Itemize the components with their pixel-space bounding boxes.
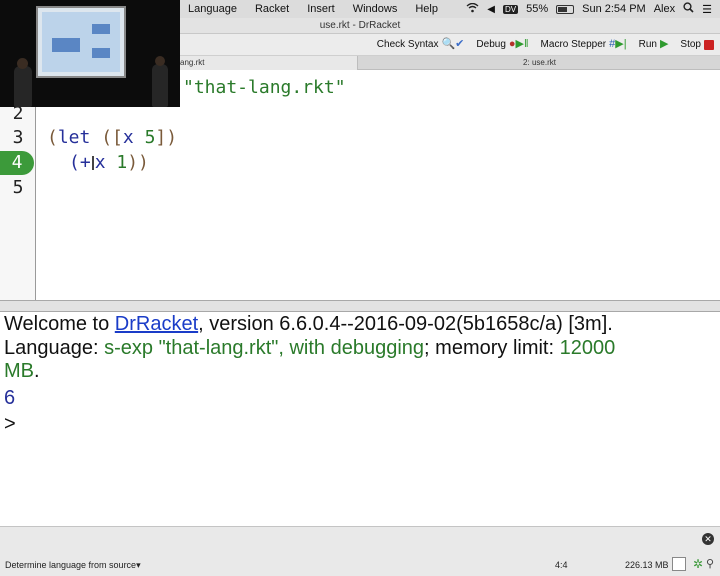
repl-prompt[interactable]: >	[4, 413, 16, 436]
language-selector-label: Determine language from source	[5, 560, 137, 570]
welcome-prefix: Welcome to	[4, 313, 115, 335]
macro-stepper-icon: #▶|	[609, 38, 627, 50]
paren: ))	[127, 152, 149, 173]
check-syntax-button[interactable]: Check Syntax 🔍✔	[376, 38, 465, 51]
run-label: Run	[638, 39, 657, 50]
stop-icon	[704, 39, 714, 50]
list-icon[interactable]: ☰	[702, 3, 712, 16]
debug-label: Debug	[476, 39, 506, 50]
code-line-1: "that-lang.rkt"	[183, 77, 346, 98]
dv-badge[interactable]: DV	[502, 4, 519, 14]
menu-help[interactable]: Help	[415, 3, 438, 15]
language-selector[interactable]: Determine language from source▾	[5, 560, 141, 571]
battery-percent: 55%	[526, 3, 549, 15]
cursor-position: 4:4	[555, 560, 568, 570]
run-icon: ▶	[659, 38, 669, 50]
stop-button[interactable]: Stop	[680, 39, 714, 50]
language-value: s-exp "that-lang.rkt", with debugging	[104, 337, 425, 359]
line-number: 5	[12, 177, 24, 198]
language-prefix: Language:	[4, 337, 105, 359]
close-icon[interactable]: ✕	[702, 533, 714, 545]
identifier-x: x	[122, 127, 134, 148]
macro-stepper-label: Macro Stepper	[540, 39, 607, 50]
check-syntax-icon: 🔍✔	[441, 38, 465, 50]
language-line: Language: s-exp "that-lang.rkt", with de…	[4, 337, 615, 360]
user-name[interactable]: Alex	[654, 3, 675, 15]
code-line-4: (+ x 1))	[69, 151, 149, 175]
paren: ([	[90, 127, 123, 148]
paren: ])	[155, 127, 178, 148]
bug-icon[interactable]: ✲	[693, 557, 703, 571]
period: .	[34, 360, 40, 382]
presenter-left-head	[17, 58, 28, 69]
code-line-3: (let ([x 5])	[47, 126, 177, 150]
pane-divider[interactable]	[0, 300, 720, 312]
menu-insert[interactable]: Insert	[307, 3, 335, 15]
paren: (	[47, 127, 58, 148]
presenter-right-head	[155, 56, 165, 66]
running-man-icon: ⚲	[706, 558, 715, 570]
status-bar: ✕ Determine language from source▾ 4:4 22…	[0, 526, 720, 576]
wifi-icon[interactable]	[466, 2, 479, 16]
memory-limit-label: ; memory limit:	[424, 337, 560, 359]
clock[interactable]: Sun 2:54 PM	[582, 3, 646, 15]
text-cursor	[91, 156, 94, 170]
result-value: 6	[4, 387, 16, 409]
interactions-pane[interactable]: Welcome to DrRacket, version 6.6.0.4--20…	[0, 312, 720, 526]
welcome-line: Welcome to DrRacket, version 6.6.0.4--20…	[4, 313, 613, 336]
line-number: 3	[12, 127, 24, 148]
tab-use[interactable]: 2: use.rkt	[359, 56, 720, 70]
gc-indicator	[672, 557, 686, 571]
app-menus: Language Racket Insert Windows Help	[188, 0, 456, 18]
chevron-down-icon: ▾	[136, 560, 141, 570]
line-number-active: 4	[0, 151, 34, 175]
keyword-let: let	[57, 127, 91, 148]
presenter-left	[14, 66, 32, 107]
memory-usage[interactable]: 226.13 MB	[625, 560, 669, 570]
debug-button[interactable]: Debug ●▶‖	[476, 38, 529, 51]
number-literal: 1	[116, 152, 128, 173]
language-line-wrap: MB.	[4, 360, 40, 383]
menu-windows[interactable]: Windows	[353, 3, 398, 15]
battery-icon[interactable]	[556, 4, 575, 14]
volume-icon[interactable]: ◀	[487, 4, 495, 15]
presenter-right	[152, 64, 168, 107]
identifier-x: x	[94, 152, 106, 173]
plus-operator: (+	[69, 152, 91, 173]
menu-language[interactable]: Language	[188, 3, 237, 15]
menubar-status: ◀ DV 55% Sun 2:54 PM Alex ☰	[466, 0, 712, 18]
run-button[interactable]: Run ▶	[638, 38, 669, 51]
debug-icon: ●▶‖	[508, 38, 529, 50]
search-icon[interactable]	[683, 2, 694, 16]
memory-limit-unit: MB	[4, 360, 34, 382]
macro-stepper-button[interactable]: Macro Stepper #▶|	[540, 38, 627, 51]
menu-racket[interactable]: Racket	[255, 3, 289, 15]
check-syntax-label: Check Syntax	[376, 39, 439, 50]
memory-limit-value: 12000	[559, 337, 616, 359]
stop-label: Stop	[680, 39, 701, 50]
drracket-link[interactable]: DrRacket	[115, 313, 198, 335]
projector-screen	[36, 6, 126, 78]
camera-overlay	[0, 0, 180, 107]
version-text: , version 6.6.0.4--2016-09-02(5b1658c/a)…	[198, 313, 613, 335]
number-literal: 5	[144, 127, 156, 148]
